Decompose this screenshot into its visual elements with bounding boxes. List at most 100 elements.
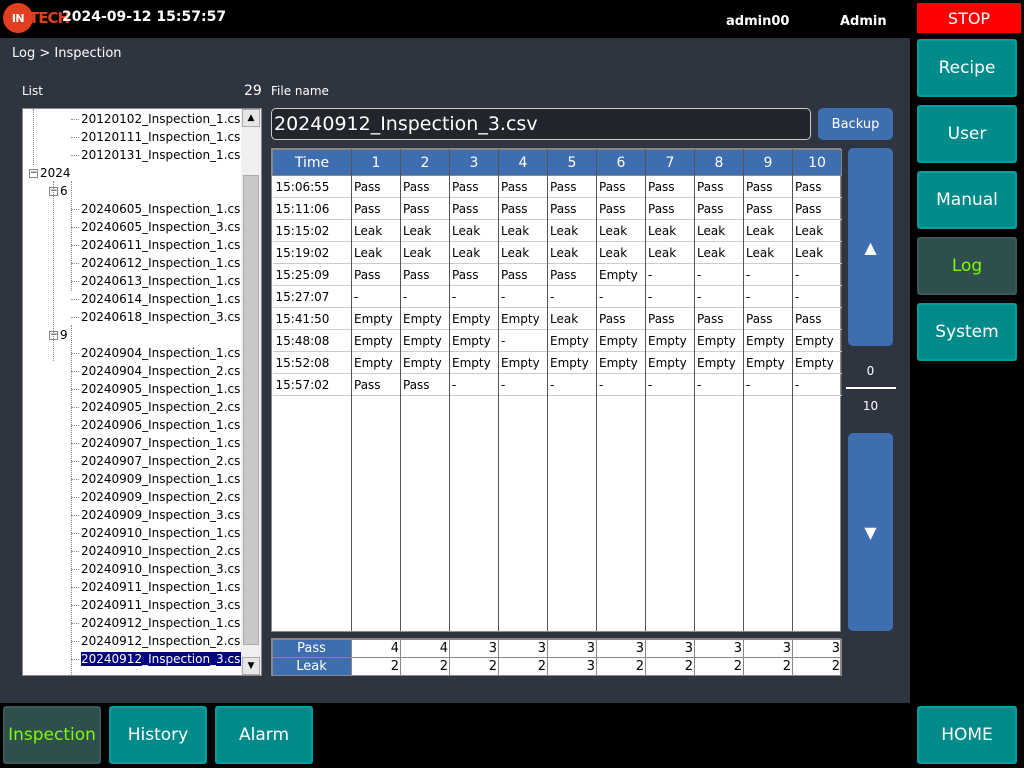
table-row[interactable]: 15:41:50 Empty Empty Empty Empty Leak Pass Pass… [272,307,842,330]
table-row[interactable]: 15:27:07- - - - - - - - - - [272,285,842,308]
menu-system-button[interactable]: System [917,303,1017,361]
tree-file-item[interactable]: 20240907_Inspection_1.csv [71,434,241,452]
tree-file-item[interactable]: 20240904_Inspection_1.csv [71,344,241,362]
tree-file-item[interactable]: 20240911_Inspection_1.csv [71,578,241,596]
tab-alarm[interactable]: Alarm [215,706,313,764]
col-header-slot[interactable]: 8 [694,149,744,176]
tree-file-item[interactable]: 20240910_Inspection_2.csv [71,542,241,560]
cell-result: Pass [596,197,646,220]
tree-folder[interactable]: −9 [49,326,68,344]
col-header-slot[interactable]: 3 [449,149,499,176]
tree-file-label: 20240613_Inspection_1.csv [81,274,241,288]
col-header-slot[interactable]: 7 [645,149,695,176]
tree-folder[interactable]: −2024 [29,164,71,182]
cell-result: - [596,285,646,308]
table-row[interactable]: 15:06:55 Pass Pass Pass Pass Pass Pass Pass Pass… [272,175,842,198]
tree-folder[interactable]: −6 [49,182,68,200]
file-name-field[interactable]: 20240912_Inspection_3.csv [271,108,811,140]
triangle-up-icon: ▲ [864,237,877,257]
col-header-time[interactable]: Time [272,149,352,176]
cell-result: Empty [596,263,646,286]
tree-file-item[interactable]: 20240905_Inspection_1.csv [71,380,241,398]
summary-pass-value: 3 [792,639,842,658]
col-header-slot[interactable]: 1 [351,149,401,176]
tree-file-item[interactable]: 20240605_Inspection_1.csv [71,200,241,218]
col-header-slot[interactable]: 4 [498,149,548,176]
tree-file-item[interactable]: 20240911_Inspection_3.csv [71,596,241,614]
table-row[interactable]: 15:57:02 Pass Pass - - - - - - - - [272,373,842,396]
menu-user-button[interactable]: User [917,105,1017,163]
tree-file-item[interactable]: 20120102_Inspection_1.csv [71,110,241,128]
tree-file-item[interactable]: 20240912_Inspection_1.csv [71,614,241,632]
file-tree[interactable]: 20120102_Inspection_1.csv 20120111_Inspec… [22,108,262,676]
tree-file-item[interactable]: 20240618_Inspection_3.csv [71,308,241,326]
menu-recipe-button[interactable]: Recipe [917,39,1017,97]
tree-file-item[interactable]: 20240613_Inspection_1.csv [71,272,241,290]
tree-file-item[interactable]: 20240614_Inspection_1.csv [71,290,241,308]
summary-leak-value: 3 [547,657,597,676]
table-row[interactable]: 15:52:08 Empty Empty Empty Empty Empty Empty Em… [272,351,842,374]
tree-file-item[interactable]: 20240910_Inspection_1.csv [71,524,241,542]
tree-guide-line [71,181,72,291]
home-button[interactable]: HOME [917,706,1017,764]
tab-history[interactable]: History [109,706,207,764]
tree-file-item[interactable]: 20240611_Inspection_1.csv [71,236,241,254]
table-row[interactable]: 15:15:02 Leak Leak Leak Leak Leak Leak Leak Leak… [272,219,842,242]
tree-file-item[interactable]: 20240909_Inspection_1.csv [71,470,241,488]
scroll-thumb[interactable] [243,175,259,645]
backup-button[interactable]: Backup [818,108,893,140]
col-header-slot[interactable]: 6 [596,149,646,176]
tree-file-item[interactable]: 20240912_Inspection_2.csv [71,632,241,650]
col-header-slot[interactable]: 2 [400,149,450,176]
tree-file-item[interactable]: 20240909_Inspection_3.csv [71,506,241,524]
tree-file-item[interactable]: 20240907_Inspection_2.csv [71,452,241,470]
menu-manual-button[interactable]: Manual [917,171,1017,229]
cell-result: - [596,373,646,396]
tree-file-item[interactable]: 20240904_Inspection_2.csv [71,362,241,380]
summary-leak-value: 2 [400,657,450,676]
cell-result: - [645,263,695,286]
table-row[interactable]: 15:19:02 Leak Leak Leak Leak Leak Leak Leak Leak… [272,241,842,264]
tree-file-item[interactable]: 20240910_Inspection_3.csv [71,560,241,578]
summary-leak-value: 2 [351,657,401,676]
cell-result: Leak [351,241,401,264]
tree-file-item[interactable]: 20240612_Inspection_1.csv [71,254,241,272]
cell-result: Pass [694,307,744,330]
cell-result: Pass [792,175,842,198]
cell-result: Pass [498,197,548,220]
column-line [400,149,401,631]
cell-result: Pass [351,263,401,286]
tree-file-item[interactable]: 20240905_Inspection_2.csv [71,398,241,416]
tree-file-item[interactable]: 20240909_Inspection_2.csv [71,488,241,506]
collapse-icon[interactable]: − [29,169,38,178]
cell-time: 15:06:55 [272,175,352,198]
tree-file-item[interactable]: 20240906_Inspection_1.csv [71,416,241,434]
cell-result: Empty [694,329,744,352]
cell-result: Pass [743,307,793,330]
col-header-slot[interactable]: 9 [743,149,793,176]
page-down-button[interactable]: ▼ [848,433,893,631]
tab-inspection[interactable]: Inspection [3,706,101,764]
tree-file-item[interactable]: 20240605_Inspection_3.csv [71,218,241,236]
page-up-button[interactable]: ▲ [848,148,893,346]
table-row[interactable]: 15:48:08 Empty Empty Empty - Empty Empty Empty E… [272,329,842,352]
col-header-slot[interactable]: 10 [792,149,842,176]
stop-button[interactable]: STOP [917,3,1021,33]
tree-file-item[interactable]: 20120111_Inspection_1.csv [71,128,241,146]
tree-folder-label: 6 [60,184,68,198]
table-row[interactable]: 15:11:06 Pass Pass Pass Pass Pass Pass Pass Pass… [272,197,842,220]
summary-leak-value: 2 [645,657,695,676]
scroll-up-icon[interactable]: ▲ [242,109,260,127]
cell-result: Empty [449,307,499,330]
scroll-down-icon[interactable]: ▼ [242,657,260,675]
breadcrumb: Log > Inspection [12,46,122,61]
menu-log-button[interactable]: Log [917,237,1017,295]
tree-file-item[interactable]: 20240912_Inspection_3.csv [71,650,241,668]
tree-scrollbar[interactable]: ▲ ▼ [241,109,261,675]
tree-file-item[interactable]: 20120131_Inspection_1.csv [71,146,241,164]
cell-result: Leak [547,241,597,264]
user-name: admin00 [726,14,790,29]
table-row[interactable]: 15:25:09 Pass Pass Pass Pass Pass Empty - - - - [272,263,842,286]
cell-result: Empty [400,307,450,330]
col-header-slot[interactable]: 5 [547,149,597,176]
